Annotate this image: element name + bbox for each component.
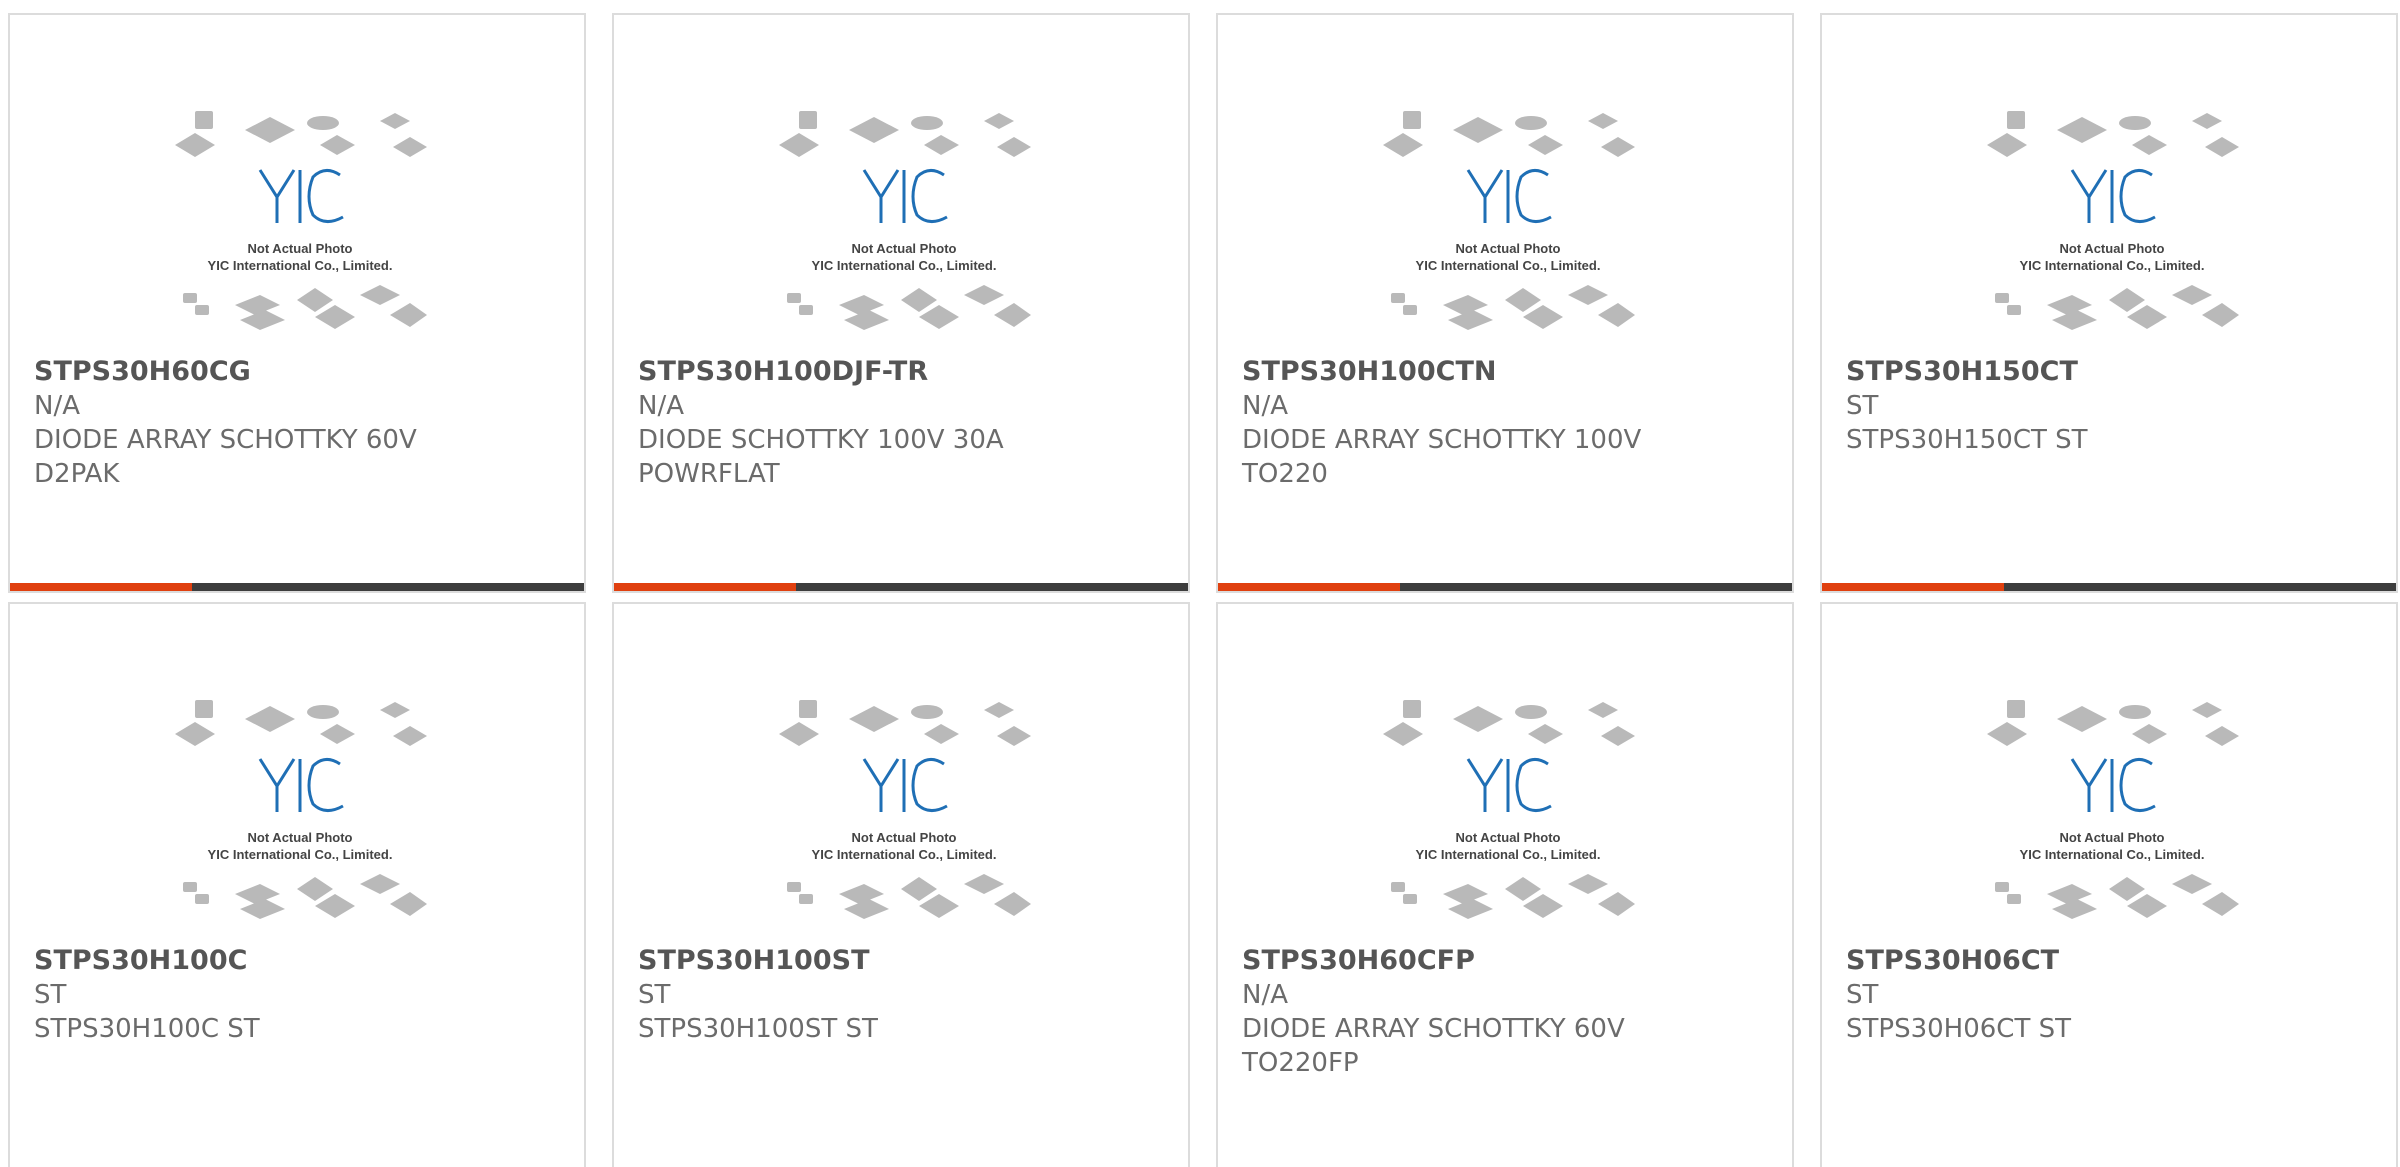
part-number[interactable]: STPS30H100C xyxy=(34,944,564,978)
part-number[interactable]: STPS30H100DJF-TR xyxy=(638,355,1168,389)
placeholder-caption-2: YIC International Co., Limited. xyxy=(1416,847,1601,862)
placeholder-caption-1: Not Actual Photo xyxy=(2060,830,2165,845)
card-accent-bar xyxy=(1822,583,2004,591)
description-line-1: DIODE ARRAY SCHOTTKY 60V xyxy=(34,425,417,455)
description-line-1: STPS30H100C ST xyxy=(34,1014,260,1044)
placeholder-caption-2: YIC International Co., Limited. xyxy=(812,258,997,273)
product-card[interactable]: Not Actual Photo YIC International Co., … xyxy=(1820,602,2398,1167)
product-card[interactable]: Not Actual Photo YIC International Co., … xyxy=(612,602,1190,1167)
card-footer-bar xyxy=(1218,583,1792,591)
not-actual-photo-image: Not Actual Photo YIC International Co., … xyxy=(1977,694,2247,934)
description-line-1: STPS30H100ST ST xyxy=(638,1014,878,1044)
placeholder-caption-1: Not Actual Photo xyxy=(248,241,353,256)
product-info: STPS30H06CT ST STPS30H06CT ST xyxy=(1846,944,2376,1046)
manufacturer: ST xyxy=(1846,980,1879,1010)
manufacturer: N/A xyxy=(1242,391,1288,421)
description-line-2: TO220FP xyxy=(1242,1048,1359,1078)
not-actual-photo-image: Not Actual Photo YIC International Co., … xyxy=(769,105,1039,345)
part-number[interactable]: STPS30H60CG xyxy=(34,355,564,389)
part-number[interactable]: STPS30H100CTN xyxy=(1242,355,1772,389)
description-line-1: DIODE SCHOTTKY 100V 30A xyxy=(638,425,1004,455)
description-line-1: STPS30H150CT ST xyxy=(1846,425,2088,455)
product-card[interactable]: Not Actual Photo YIC International Co., … xyxy=(8,602,586,1167)
product-info: STPS30H100CTN N/A DIODE ARRAY SCHOTTKY 1… xyxy=(1242,355,1772,491)
product-card[interactable]: Not Actual Photo YIC International Co., … xyxy=(612,13,1190,593)
placeholder-caption-1: Not Actual Photo xyxy=(852,241,957,256)
product-info: STPS30H100ST ST STPS30H100ST ST xyxy=(638,944,1168,1046)
product-info: STPS30H100DJF-TR N/A DIODE SCHOTTKY 100V… xyxy=(638,355,1168,491)
product-card[interactable]: Not Actual Photo YIC International Co., … xyxy=(1820,13,2398,593)
not-actual-photo-image: Not Actual Photo YIC International Co., … xyxy=(165,694,435,934)
card-footer-bar xyxy=(1822,583,2396,591)
part-number[interactable]: STPS30H06CT xyxy=(1846,944,2376,978)
placeholder-caption-1: Not Actual Photo xyxy=(2060,241,2165,256)
not-actual-photo-image: Not Actual Photo YIC International Co., … xyxy=(1373,105,1643,345)
placeholder-caption-2: YIC International Co., Limited. xyxy=(1416,258,1601,273)
not-actual-photo-image: Not Actual Photo YIC International Co., … xyxy=(1373,694,1643,934)
placeholder-caption-2: YIC International Co., Limited. xyxy=(2020,847,2205,862)
card-footer-bar xyxy=(10,583,584,591)
placeholder-caption-1: Not Actual Photo xyxy=(248,830,353,845)
product-info: STPS30H60CG N/A DIODE ARRAY SCHOTTKY 60V… xyxy=(34,355,564,491)
card-accent-bar xyxy=(1218,583,1400,591)
placeholder-caption-2: YIC International Co., Limited. xyxy=(2020,258,2205,273)
manufacturer: ST xyxy=(34,980,67,1010)
manufacturer: ST xyxy=(638,980,671,1010)
not-actual-photo-image: Not Actual Photo YIC International Co., … xyxy=(769,694,1039,934)
placeholder-caption-2: YIC International Co., Limited. xyxy=(208,847,393,862)
description-line-2: TO220 xyxy=(1242,459,1328,489)
manufacturer: N/A xyxy=(34,391,80,421)
product-info: STPS30H100C ST STPS30H100C ST xyxy=(34,944,564,1046)
description-line-2: POWRFLAT xyxy=(638,459,780,489)
description-line-2: D2PAK xyxy=(34,459,120,489)
card-accent-bar xyxy=(614,583,796,591)
product-card[interactable]: Not Actual Photo YIC International Co., … xyxy=(8,13,586,593)
product-card[interactable]: Not Actual Photo YIC International Co., … xyxy=(1216,602,1794,1167)
placeholder-caption-2: YIC International Co., Limited. xyxy=(208,258,393,273)
not-actual-photo-image: Not Actual Photo YIC International Co., … xyxy=(165,105,435,345)
manufacturer: N/A xyxy=(1242,980,1288,1010)
product-grid: Not Actual Photo YIC International Co., … xyxy=(0,0,2400,1167)
placeholder-caption-2: YIC International Co., Limited. xyxy=(812,847,997,862)
card-footer-bar xyxy=(614,583,1188,591)
placeholder-caption-1: Not Actual Photo xyxy=(852,830,957,845)
placeholder-caption-1: Not Actual Photo xyxy=(1456,241,1561,256)
manufacturer: ST xyxy=(1846,391,1879,421)
manufacturer: N/A xyxy=(638,391,684,421)
card-accent-bar xyxy=(10,583,192,591)
description-line-1: DIODE ARRAY SCHOTTKY 60V xyxy=(1242,1014,1625,1044)
description-line-1: DIODE ARRAY SCHOTTKY 100V xyxy=(1242,425,1642,455)
part-number[interactable]: STPS30H100ST xyxy=(638,944,1168,978)
product-card[interactable]: Not Actual Photo YIC International Co., … xyxy=(1216,13,1794,593)
description-line-1: STPS30H06CT ST xyxy=(1846,1014,2071,1044)
product-info: STPS30H150CT ST STPS30H150CT ST xyxy=(1846,355,2376,457)
product-info: STPS30H60CFP N/A DIODE ARRAY SCHOTTKY 60… xyxy=(1242,944,1772,1080)
placeholder-caption-1: Not Actual Photo xyxy=(1456,830,1561,845)
not-actual-photo-image: Not Actual Photo YIC International Co., … xyxy=(1977,105,2247,345)
part-number[interactable]: STPS30H60CFP xyxy=(1242,944,1772,978)
part-number[interactable]: STPS30H150CT xyxy=(1846,355,2376,389)
